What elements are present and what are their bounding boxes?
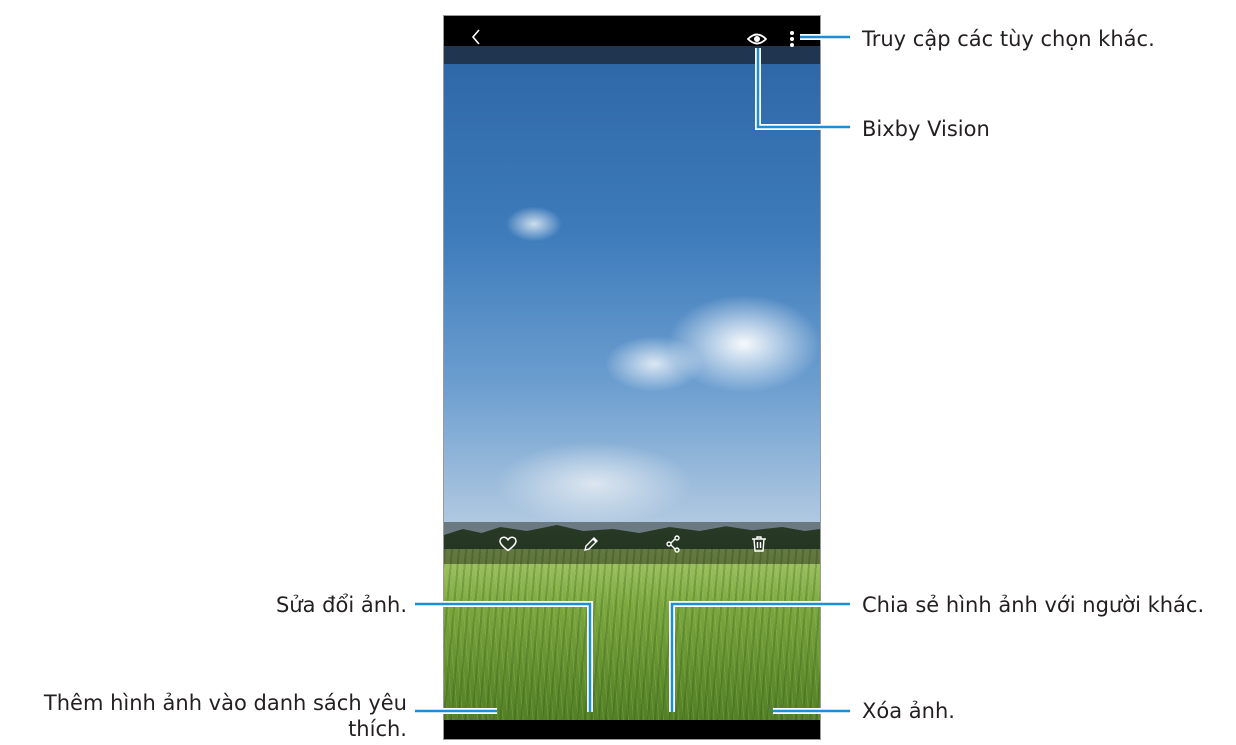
share-callout: Chia sẻ hình ảnh với người khác. xyxy=(862,593,1205,617)
favorite-callout-line2: thích. xyxy=(348,717,407,741)
callout-lines xyxy=(415,34,850,714)
edit-photo-callout: Sửa đổi ảnh. xyxy=(275,593,407,617)
favorite-callout-line1: Thêm hình ảnh vào danh sách yêu xyxy=(43,691,407,715)
delete-callout: Xóa ảnh. xyxy=(862,699,955,723)
more-options-callout: Truy cập các tùy chọn khác. xyxy=(862,27,1155,51)
bixby-vision-callout: Bixby Vision xyxy=(862,117,990,141)
